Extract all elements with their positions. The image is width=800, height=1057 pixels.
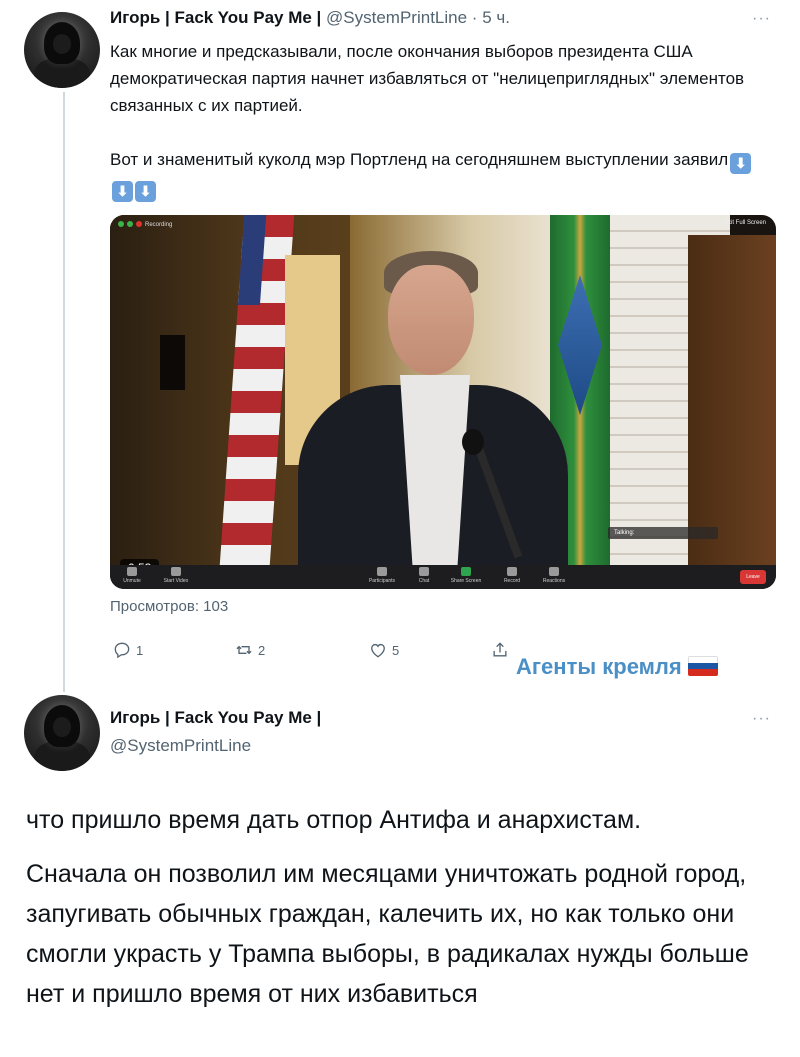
retweet-button[interactable]: 2 [234, 640, 265, 660]
tweet-text-paragraph: Вот и знаменитый куколд мэр Портленд на … [110, 146, 770, 202]
tweet-text: Как многие и предсказывали, после оконча… [110, 38, 770, 202]
microphone-icon [127, 567, 137, 576]
russian-flag-icon [687, 656, 718, 676]
retweet-icon [236, 645, 252, 655]
tweet-text-paragraph: Как многие и предсказывали, после оконча… [110, 42, 745, 115]
author-name[interactable]: Игорь | Fack You Pay Me | [110, 8, 321, 27]
down-arrow-emoji-icon: ⬇ [112, 181, 133, 202]
video-scene-window [160, 335, 185, 390]
watermark-text: Агенты кремля [516, 654, 682, 679]
view-count: Просмотров: 103 [110, 598, 229, 615]
thread-connector-line [63, 92, 65, 692]
avatar[interactable] [24, 695, 100, 771]
reply-button[interactable]: 1 [112, 640, 143, 660]
start-video-button[interactable]: Start Video [154, 567, 198, 584]
reply-count: 1 [136, 642, 144, 658]
record-button[interactable]: Record [490, 567, 534, 584]
share-button[interactable] [490, 640, 514, 660]
recording-label: Recording [145, 222, 173, 228]
unmute-button[interactable]: Unmute [110, 567, 154, 584]
record-icon [507, 567, 517, 576]
share-icon [493, 642, 507, 657]
more-options-icon[interactable]: ··· [752, 10, 771, 28]
tweet-time[interactable]: 5 ч. [482, 8, 510, 27]
author-name[interactable]: Игорь | Fack You Pay Me | [110, 708, 321, 728]
tweet-text: что пришло время дать отпор Антифа и ана… [26, 800, 766, 1028]
chat-button[interactable]: Chat [402, 567, 446, 584]
watermark: Агенты кремля [516, 654, 718, 680]
down-arrow-emoji-icon: ⬇ [135, 181, 156, 202]
avatar-face [53, 717, 71, 737]
reply-icon [114, 642, 130, 659]
camera-icon [171, 567, 181, 576]
exit-fullscreen-button[interactable]: Exit Full Screen [724, 220, 766, 226]
separator-dot: · [471, 8, 478, 27]
author-handle[interactable]: @SystemPrintLine [110, 736, 251, 756]
leave-button[interactable]: Leave [740, 570, 766, 584]
author-handle[interactable]: @SystemPrintLine [326, 8, 467, 27]
participants-button[interactable]: Participants [360, 567, 404, 584]
more-options-icon[interactable]: ··· [752, 710, 771, 728]
tweet-text-paragraph: Сначала он позволил им месяцами уничтожа… [26, 860, 749, 1008]
chat-icon [419, 567, 429, 576]
like-button[interactable]: 5 [368, 640, 399, 660]
participants-icon [377, 567, 387, 576]
video-toolbar: Unmute Start Video Participants Chat Sha… [110, 565, 776, 589]
video-microphone-head [462, 429, 484, 455]
retweet-count: 2 [258, 642, 266, 658]
reactions-icon [549, 567, 559, 576]
reactions-button[interactable]: Reactions [532, 567, 576, 584]
avatar-face [53, 34, 71, 54]
down-arrow-emoji-icon: ⬇ [730, 153, 752, 174]
share-screen-icon [461, 567, 471, 576]
video-recording-indicator: Recording [118, 221, 172, 228]
heart-icon [371, 643, 385, 658]
share-screen-button[interactable]: Share Screen [444, 567, 488, 584]
tweet-text-paragraph: что пришло время дать отпор Антифа и ана… [26, 806, 642, 834]
tweet-text-line: Вот и знаменитый куколд мэр Портленд на … [110, 150, 729, 169]
avatar[interactable] [24, 12, 100, 88]
like-count: 5 [392, 642, 400, 658]
video-talking-indicator: Talking: [608, 527, 718, 539]
tweet-header: Игорь | Fack You Pay Me | @SystemPrintLi… [110, 8, 510, 28]
embedded-video[interactable]: Talking: Recording Exit Full Screen 0:53… [110, 215, 776, 589]
video-speaker-head [388, 265, 474, 375]
